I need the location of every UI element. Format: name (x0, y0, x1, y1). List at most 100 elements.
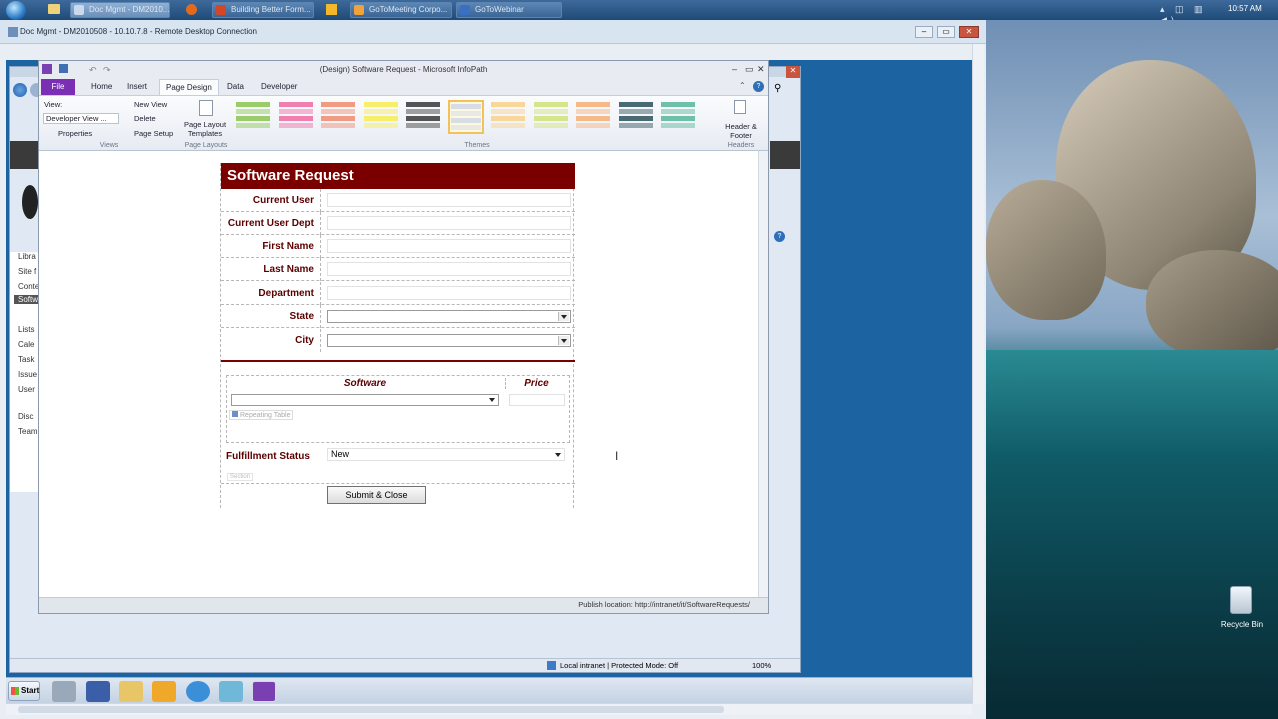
security-zone[interactable]: Local intranet | Protected Mode: Off (560, 661, 678, 670)
tray-icons[interactable]: ▴ ◫ ▥ ◀) (1160, 4, 1220, 25)
folder-icon[interactable] (48, 4, 60, 14)
outlook-icon[interactable] (326, 4, 337, 15)
theme-swatch[interactable] (533, 100, 569, 134)
first-name-field[interactable] (327, 239, 571, 253)
task-tab-doc-mgmt[interactable]: Doc Mgmt - DM2010... (70, 2, 170, 18)
price-field[interactable] (509, 394, 565, 406)
tab-file[interactable]: File (41, 79, 75, 95)
ip-minimize-button[interactable]: – (732, 61, 737, 78)
sharepoint-designer-icon[interactable] (219, 681, 243, 702)
internet-explorer-icon[interactable] (186, 681, 210, 702)
zoom-level[interactable]: 100% (752, 661, 771, 670)
page-layout-templates-button[interactable]: Page Layout Templates (183, 120, 227, 138)
page-setup-button[interactable]: Page Setup (134, 129, 173, 138)
theme-swatch[interactable] (618, 100, 654, 134)
theme-swatch[interactable] (490, 100, 526, 134)
minimize-button[interactable]: – (915, 26, 933, 38)
server-manager-icon[interactable] (52, 681, 76, 702)
canvas-vscrollbar[interactable] (758, 151, 768, 597)
fulfillment-section: Fulfillment Status New Section (221, 444, 575, 484)
theme-stripe (236, 102, 270, 107)
sidebar-item[interactable]: Site f (18, 267, 36, 276)
infopath-taskbar-icon[interactable] (252, 681, 276, 702)
wallpaper-rock (986, 180, 1106, 320)
clock[interactable]: 10:57 AM (1228, 4, 1262, 13)
theme-stripe (236, 109, 270, 114)
state-dropdown[interactable] (327, 310, 571, 323)
sidebar-item-selected[interactable]: Softw (14, 295, 38, 304)
tab-developer[interactable]: Developer (255, 79, 303, 95)
theme-stripe (406, 102, 440, 107)
rdp-hscrollbar[interactable] (6, 703, 972, 715)
task-tab-label: Doc Mgmt - DM2010... (89, 5, 170, 14)
help-icon[interactable]: ? (753, 81, 764, 92)
current-user-dept-field[interactable] (327, 216, 571, 230)
firefox-icon[interactable] (186, 4, 197, 15)
sidebar-item[interactable]: Disc (18, 412, 34, 421)
theme-stripe (321, 109, 355, 114)
sidebar-item[interactable]: Libra (18, 252, 36, 261)
theme-swatch[interactable] (447, 100, 484, 134)
theme-swatch[interactable] (575, 100, 611, 134)
quick-access-redo-icon[interactable]: ↷ (103, 62, 111, 79)
ip-close-button[interactable]: ✕ (757, 61, 765, 78)
task-tab-powerpoint[interactable]: Building Better Form... (212, 2, 314, 18)
repeating-table: Software Price Repeating Table (226, 375, 570, 443)
theme-swatch[interactable] (320, 100, 356, 134)
recycle-bin-icon[interactable] (1230, 586, 1252, 614)
tab-data[interactable]: Data (221, 79, 250, 95)
start-orb[interactable] (6, 1, 26, 20)
start-button[interactable]: Start (8, 681, 40, 701)
sidebar-item[interactable]: Cale (18, 340, 34, 349)
header-footer-button[interactable]: Header & Footer (721, 122, 761, 140)
explorer-icon[interactable] (119, 681, 143, 702)
ie-help-icon[interactable]: ? (774, 231, 785, 242)
sidebar-item[interactable]: Conte (18, 282, 39, 291)
theme-swatch[interactable] (363, 100, 399, 134)
field-row-state: State (221, 305, 575, 328)
current-user-field[interactable] (327, 193, 571, 207)
ribbon-collapse-icon[interactable]: ⌃ (739, 81, 746, 90)
department-field[interactable] (327, 286, 571, 300)
rdp-vscrollbar[interactable] (972, 44, 984, 704)
view-select[interactable]: Developer View ... (43, 113, 119, 124)
field-label: State (221, 305, 321, 328)
software-dropdown[interactable] (231, 394, 499, 406)
sidebar-item[interactable]: Lists (18, 325, 34, 334)
tab-home[interactable]: Home (85, 79, 118, 95)
restore-button[interactable]: ▭ (937, 26, 955, 38)
theme-swatch[interactable] (235, 100, 271, 134)
theme-swatch[interactable] (660, 100, 696, 134)
theme-swatch[interactable] (405, 100, 441, 134)
ip-maximize-button[interactable]: ▭ (745, 61, 754, 78)
new-view-button[interactable]: New View (134, 100, 167, 109)
sharepoint-dark-bar-right (770, 141, 800, 169)
ie-close-button[interactable]: ✕ (786, 66, 800, 78)
sidebar-item[interactable]: User (18, 385, 35, 394)
ie-search-icon[interactable]: ⚲ (774, 83, 786, 95)
sidebar-item[interactable]: Task (18, 355, 34, 364)
tab-insert[interactable]: Insert (121, 79, 153, 95)
city-dropdown[interactable] (327, 334, 571, 347)
delete-button[interactable]: Delete (134, 114, 156, 123)
fulfillment-status-dropdown[interactable]: New (327, 448, 565, 461)
task-tab-gotowebinar[interactable]: GoToWebinar (456, 2, 562, 18)
theme-stripe (236, 116, 270, 121)
last-name-field[interactable] (327, 262, 571, 276)
theme-stripe (576, 123, 610, 128)
chevron-down-icon (489, 398, 495, 402)
outlook-taskbar-icon[interactable] (152, 681, 176, 702)
back-button[interactable] (13, 83, 27, 97)
properties-button[interactable]: Properties (58, 129, 92, 138)
quick-access-save-icon[interactable] (59, 64, 68, 73)
close-button[interactable]: ✕ (959, 26, 979, 38)
powershell-icon[interactable] (86, 681, 110, 702)
tab-page-design[interactable]: Page Design (159, 79, 219, 95)
task-tab-gotomeeting[interactable]: GoToMeeting Corpo... (350, 2, 452, 18)
submit-close-button[interactable]: Submit & Close (327, 486, 426, 504)
hscroll-thumb[interactable] (18, 706, 724, 713)
sidebar-item[interactable]: Team (18, 427, 38, 436)
theme-swatch[interactable] (278, 100, 314, 134)
sidebar-item[interactable]: Issue (18, 370, 37, 379)
quick-access-undo-icon[interactable]: ↶ (89, 62, 97, 79)
